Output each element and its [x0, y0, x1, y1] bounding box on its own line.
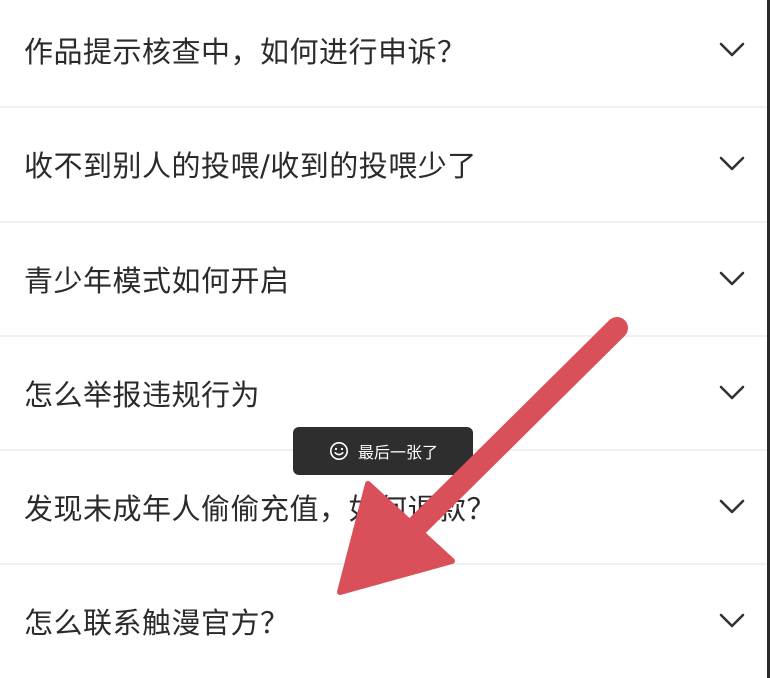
- faq-question: 怎么联系触漫官方？: [24, 606, 290, 640]
- chevron-down-icon[interactable]: [717, 35, 747, 65]
- toast-message: 最后一张了: [357, 443, 438, 462]
- chevron-down-icon[interactable]: [717, 378, 747, 408]
- faq-question: 作品提示核查中，如何进行申诉？: [24, 35, 467, 69]
- faq-question: 收不到别人的投喂/收到的投喂少了: [24, 149, 477, 183]
- toast: 最后一张了: [293, 427, 473, 475]
- chevron-down-icon[interactable]: [717, 149, 747, 179]
- chevron-down-icon[interactable]: [717, 264, 747, 294]
- faq-question: 发现未成年人偷偷充值，如何退款？: [24, 492, 497, 526]
- faq-item-contact[interactable]: 怎么联系触漫官方？: [0, 565, 767, 677]
- faq-item-feeding[interactable]: 收不到别人的投喂/收到的投喂少了: [0, 108, 767, 220]
- faq-item-appeal[interactable]: 作品提示核查中，如何进行申诉？: [0, 0, 767, 106]
- smile-icon: [328, 440, 350, 462]
- faq-question: 青少年模式如何开启: [24, 264, 290, 298]
- chevron-down-icon[interactable]: [717, 606, 747, 636]
- faq-question: 怎么举报违规行为: [24, 378, 261, 412]
- faq-item-teen-mode[interactable]: 青少年模式如何开启: [0, 223, 767, 335]
- chevron-down-icon[interactable]: [717, 492, 747, 522]
- faq-list: 作品提示核查中，如何进行申诉？ 收不到别人的投喂/收到的投喂少了 青少年模式如何…: [0, 0, 767, 678]
